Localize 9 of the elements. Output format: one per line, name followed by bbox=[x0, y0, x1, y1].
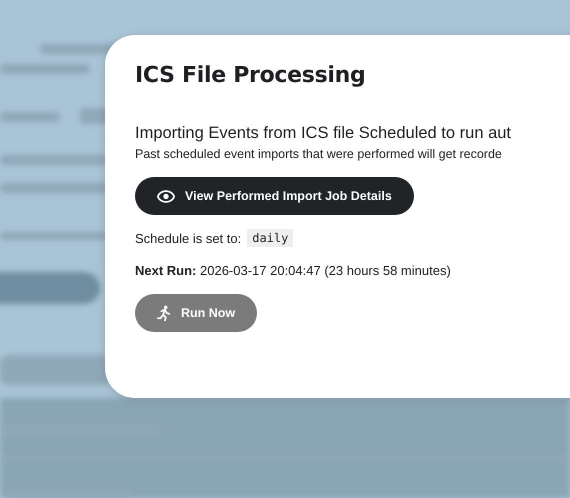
eye-icon bbox=[157, 190, 175, 202]
section-heading: Importing Events from ICS file Scheduled to run aut bbox=[135, 124, 512, 143]
modal-title: ICS File Processing bbox=[135, 63, 366, 88]
view-job-details-button[interactable]: View Performed Import Job Details bbox=[135, 177, 414, 215]
next-run-text: Next Run: 2026-03-17 20:04:47 (23 hours 58 minutes) bbox=[135, 263, 451, 278]
schedule-label: Schedule is set to: bbox=[135, 230, 242, 246]
section-description: Past scheduled event imports that were performed will get recorde bbox=[135, 147, 503, 161]
schedule-value: daily bbox=[247, 229, 294, 247]
running-person-icon bbox=[157, 305, 171, 321]
